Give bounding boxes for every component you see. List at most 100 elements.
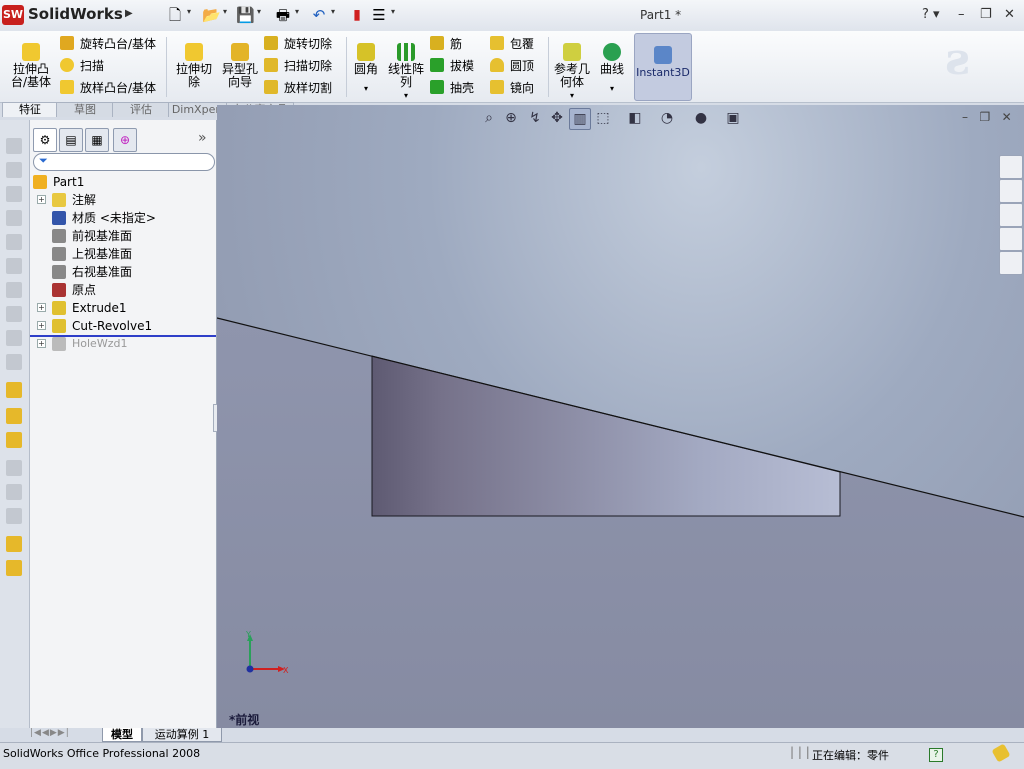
- mirror-entities-icon[interactable]: [6, 306, 22, 322]
- rib-button[interactable]: 筋: [430, 35, 462, 53]
- extrude-boss-button[interactable]: 拉伸凸 台/基体: [8, 43, 54, 89]
- hide-show-icon[interactable]: ◔: [657, 108, 677, 128]
- expand-toggle-icon[interactable]: +: [37, 321, 46, 330]
- shell-button[interactable]: 抽壳: [430, 79, 474, 97]
- configurationmanager-tab-icon[interactable]: ▦: [85, 128, 109, 152]
- minimize-icon[interactable]: –: [958, 7, 965, 22]
- featuremanager-tab-icon[interactable]: ⚙: [33, 128, 57, 152]
- help-button[interactable]: ? ▾: [922, 7, 940, 22]
- rectangle-icon[interactable]: [6, 210, 22, 226]
- design-library-icon[interactable]: [999, 179, 1023, 203]
- appearances-icon[interactable]: [999, 251, 1023, 275]
- loft-cut-button[interactable]: 放样切割: [264, 79, 332, 97]
- trim-icon[interactable]: [6, 330, 22, 346]
- print-button[interactable]: 🖶 ▾: [274, 6, 304, 24]
- tree-item[interactable]: 前视基准面: [30, 227, 216, 245]
- smart-dimension-icon[interactable]: [6, 162, 22, 178]
- hole-wizard-button[interactable]: 异型孔 向导: [218, 43, 262, 89]
- tab-motion-study[interactable]: 运动算例 1: [142, 728, 222, 742]
- circle-icon[interactable]: [6, 234, 22, 250]
- dome-button[interactable]: 圆顶: [490, 57, 534, 75]
- dropdown-arrow-icon[interactable]: ▾: [257, 7, 261, 16]
- expand-toggle-icon[interactable]: +: [37, 339, 46, 348]
- spline-icon[interactable]: [6, 282, 22, 298]
- tree-item[interactable]: Part1: [30, 173, 216, 191]
- sweep-button[interactable]: 扫描: [60, 57, 104, 75]
- expand-toggle-icon[interactable]: +: [37, 303, 46, 312]
- tree-item[interactable]: 上视基准面: [30, 245, 216, 263]
- refgeom-dropdown-icon[interactable]: ▾: [552, 89, 592, 102]
- dropdown-arrow-icon[interactable]: ▾: [295, 7, 299, 16]
- wrap-button[interactable]: 包覆: [490, 35, 534, 53]
- dropdown-arrow-icon[interactable]: ▾: [331, 7, 335, 16]
- revolve-cut-button[interactable]: 旋转切除: [264, 35, 332, 53]
- tag-icon[interactable]: [991, 743, 1011, 763]
- relations-icon[interactable]: [6, 508, 22, 524]
- sketch-icon[interactable]: [6, 138, 22, 154]
- save-button[interactable]: 💾 ▾: [236, 6, 266, 24]
- extrude-cut-button[interactable]: 拉伸切 除: [172, 43, 216, 89]
- open-folder-button[interactable]: 📂 ▾: [202, 6, 232, 24]
- dimxpert-tab-icon[interactable]: ⊕: [113, 128, 137, 152]
- curves-dropdown-icon[interactable]: ▾: [596, 82, 628, 95]
- tree-item[interactable]: + HoleWzd1: [30, 335, 216, 353]
- dropdown-arrow-icon[interactable]: ▾: [391, 7, 395, 16]
- command-tab[interactable]: 特征: [2, 102, 58, 117]
- restore-icon[interactable]: ❐: [980, 7, 992, 22]
- viewport-minimize-icon[interactable]: –: [962, 110, 968, 124]
- new-document-button[interactable]: 🗋 ▾: [166, 6, 196, 24]
- line-icon[interactable]: [6, 186, 22, 202]
- dimension-icon[interactable]: [6, 382, 22, 398]
- viewport-restore-icon[interactable]: ❐: [979, 110, 990, 124]
- pan-icon[interactable]: ✥: [547, 108, 567, 128]
- tree-item[interactable]: 原点: [30, 281, 216, 299]
- tab-model[interactable]: 模型: [102, 728, 142, 742]
- draft-button[interactable]: 拔模: [430, 57, 474, 75]
- mirror-button[interactable]: 镜向: [490, 79, 534, 97]
- help-status-icon[interactable]: ?: [929, 748, 943, 762]
- display-style-icon[interactable]: ◧: [625, 108, 645, 128]
- plane-icon[interactable]: [6, 460, 22, 476]
- curves-button[interactable]: 曲线 ▾: [596, 43, 628, 95]
- solidworks-logo[interactable]: SW SolidWorks ▶: [2, 4, 134, 27]
- pattern-dropdown-icon[interactable]: ▾: [386, 89, 426, 102]
- file-explorer-icon[interactable]: [999, 203, 1023, 227]
- tree-item[interactable]: + Cut-Revolve1: [30, 317, 216, 335]
- previous-view-icon[interactable]: ↯: [525, 108, 545, 128]
- command-tab[interactable]: 评估: [112, 102, 170, 117]
- propertymanager-tab-icon[interactable]: ▤: [59, 128, 83, 152]
- arc-icon[interactable]: [6, 258, 22, 274]
- expand-panel-icon[interactable]: »: [198, 130, 207, 146]
- expand-toggle-icon[interactable]: +: [37, 195, 46, 204]
- menu-arrow-icon[interactable]: ▶: [125, 8, 133, 19]
- dropdown-arrow-icon[interactable]: ▾: [223, 7, 227, 16]
- close-icon[interactable]: ✕: [1004, 7, 1015, 22]
- sweep-cut-button[interactable]: 扫描切除: [264, 57, 332, 75]
- zoom-to-fit-icon[interactable]: ⌕: [479, 108, 499, 128]
- linear-pattern-button[interactable]: 线性阵 列 ▾: [386, 43, 426, 102]
- view-orientation-icon[interactable]: ⬚: [593, 108, 613, 128]
- rollback-bar[interactable]: [30, 335, 216, 337]
- fillet-dropdown-icon[interactable]: ▾: [350, 82, 382, 95]
- reference-geometry-button[interactable]: 参考几 何体 ▾: [552, 43, 592, 102]
- tree-item[interactable]: + 注解: [30, 191, 216, 209]
- tree-filter-input[interactable]: ⏷: [33, 153, 215, 171]
- mate-icon[interactable]: [6, 536, 22, 552]
- fillet-button[interactable]: 圆角 ▾: [350, 43, 382, 95]
- convert-entities-icon[interactable]: [6, 354, 22, 370]
- view-palette-icon[interactable]: [999, 227, 1023, 251]
- options-button[interactable]: ☰ ▾: [370, 6, 400, 24]
- instant3d-button[interactable]: Instant3D: [634, 33, 692, 101]
- section-view-icon[interactable]: ▥: [569, 108, 591, 130]
- revolve-icon[interactable]: [6, 432, 22, 448]
- loft-boss-button[interactable]: 放样凸台/基体: [60, 79, 156, 97]
- tab-scroll-icon[interactable]: |◀◀▶▶|: [30, 728, 70, 738]
- zoom-area-icon[interactable]: ⊕: [501, 108, 521, 128]
- tree-item[interactable]: + Extrude1: [30, 299, 216, 317]
- viewport-close-icon[interactable]: ✕: [1002, 110, 1012, 124]
- apply-scene-icon[interactable]: ▣: [723, 108, 743, 128]
- revolve-boss-button[interactable]: 旋转凸台/基体: [60, 35, 156, 53]
- command-tab[interactable]: 草图: [56, 102, 114, 117]
- edit-appearance-icon[interactable]: ●: [691, 108, 711, 128]
- tree-item[interactable]: 材质 <未指定>: [30, 209, 216, 227]
